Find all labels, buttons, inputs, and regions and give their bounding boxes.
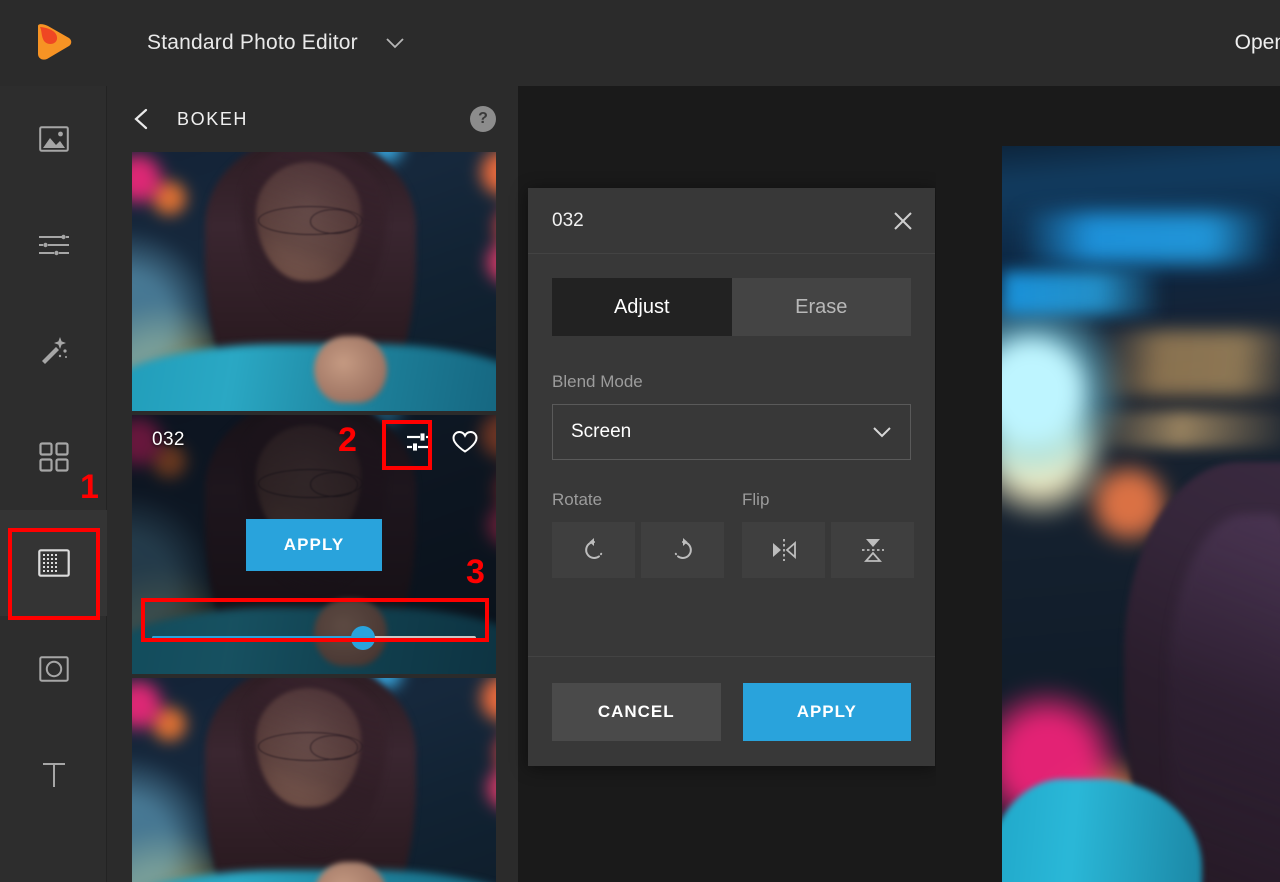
open-button[interactable]: Open bbox=[1235, 31, 1280, 55]
apply-button[interactable]: APPLY bbox=[742, 682, 911, 741]
sidebar-item-frames[interactable] bbox=[0, 616, 107, 722]
vignette-circle-icon bbox=[38, 656, 69, 682]
rotate-group: Rotate bbox=[552, 490, 724, 578]
question-mark-icon[interactable]: ? bbox=[470, 106, 496, 132]
flip-horizontal-icon bbox=[772, 539, 796, 561]
list-item[interactable] bbox=[132, 678, 496, 882]
chevron-down-icon[interactable] bbox=[386, 31, 404, 55]
effect-name-label: 032 bbox=[152, 429, 185, 450]
chevron-down-icon bbox=[873, 427, 891, 438]
thumb-opacity-slider[interactable] bbox=[152, 626, 476, 650]
heart-icon[interactable] bbox=[452, 429, 478, 455]
photo-editor-app: Standard Photo Editor Open bbox=[0, 0, 1280, 882]
left-tool-rail bbox=[0, 86, 107, 882]
rotate-left-button[interactable] bbox=[552, 522, 635, 578]
sidebar-item-overlay[interactable] bbox=[0, 510, 107, 616]
dialog-actions: CANCEL APPLY bbox=[528, 656, 935, 766]
flip-horizontal-button[interactable] bbox=[742, 522, 825, 578]
slider-handle[interactable] bbox=[350, 626, 375, 650]
flip-vertical-button[interactable] bbox=[831, 522, 914, 578]
rotate-right-icon bbox=[674, 538, 692, 559]
flip-group: Flip bbox=[742, 490, 914, 578]
thumb-settings-icon[interactable] bbox=[406, 429, 432, 455]
top-bar-actions: Open bbox=[1235, 0, 1280, 86]
sidebar-item-image[interactable] bbox=[0, 86, 107, 192]
chevron-left-icon[interactable] bbox=[131, 108, 153, 130]
colorcinch-logo-icon bbox=[37, 24, 71, 60]
editor-canvas[interactable] bbox=[936, 86, 1280, 882]
effect-thumbnail-list: 032 APPLY bbox=[107, 152, 518, 882]
image-icon bbox=[38, 126, 69, 152]
close-x-icon[interactable] bbox=[891, 209, 915, 233]
cancel-button[interactable]: CANCEL bbox=[552, 682, 721, 741]
tab-adjust[interactable]: Adjust bbox=[552, 278, 732, 336]
sidebar-item-text[interactable] bbox=[0, 722, 107, 828]
app-logo[interactable] bbox=[0, 0, 107, 86]
panel-header: BOKEH ? bbox=[107, 86, 518, 152]
app-title-text: Standard Photo Editor bbox=[147, 31, 358, 54]
effect-settings-dialog: 032 Adjust Erase Blend Mode Screen Rotat… bbox=[528, 188, 935, 766]
thumb-apply-button[interactable]: APPLY bbox=[246, 518, 382, 571]
top-bar: Standard Photo Editor Open bbox=[0, 0, 1280, 86]
transform-row: Rotate Flip bbox=[552, 490, 914, 578]
dialog-title: 032 bbox=[552, 209, 584, 231]
text-T-icon bbox=[42, 763, 65, 787]
sidebar-item-adjust[interactable] bbox=[0, 192, 107, 298]
app-title: Standard Photo Editor bbox=[147, 31, 404, 55]
flip-label: Flip bbox=[742, 490, 770, 509]
list-item-active[interactable]: 032 APPLY bbox=[132, 415, 496, 674]
page-title: BOKEH bbox=[177, 108, 249, 129]
effect-preview-image bbox=[132, 152, 496, 411]
flip-vertical-icon bbox=[861, 539, 884, 562]
effect-preview-image bbox=[132, 678, 496, 882]
tab-erase[interactable]: Erase bbox=[731, 278, 911, 336]
dialog-header: 032 bbox=[528, 188, 935, 254]
sliders-icon bbox=[38, 234, 69, 256]
bokeh-list-panel: BOKEH ? 032 APPLY bbox=[107, 86, 518, 882]
blend-mode-select[interactable]: Screen bbox=[552, 404, 911, 460]
blend-mode-label: Blend Mode bbox=[552, 372, 643, 391]
list-item[interactable] bbox=[132, 152, 496, 411]
dialog-tabs: Adjust Erase bbox=[552, 278, 911, 336]
blend-mode-value: Screen bbox=[571, 421, 632, 442]
rotate-label: Rotate bbox=[552, 490, 603, 509]
grid-squares-icon bbox=[38, 442, 69, 472]
thumbnail-tool-group bbox=[406, 429, 478, 455]
canvas-image bbox=[1002, 146, 1280, 882]
sidebar-item-grid[interactable] bbox=[0, 404, 107, 510]
magic-wand-icon bbox=[41, 337, 67, 364]
rotate-left-icon bbox=[584, 538, 602, 559]
slider-fill bbox=[152, 636, 363, 640]
texture-overlay-icon bbox=[37, 549, 70, 577]
rotate-right-button[interactable] bbox=[641, 522, 724, 578]
sidebar-item-effects[interactable] bbox=[0, 298, 107, 404]
